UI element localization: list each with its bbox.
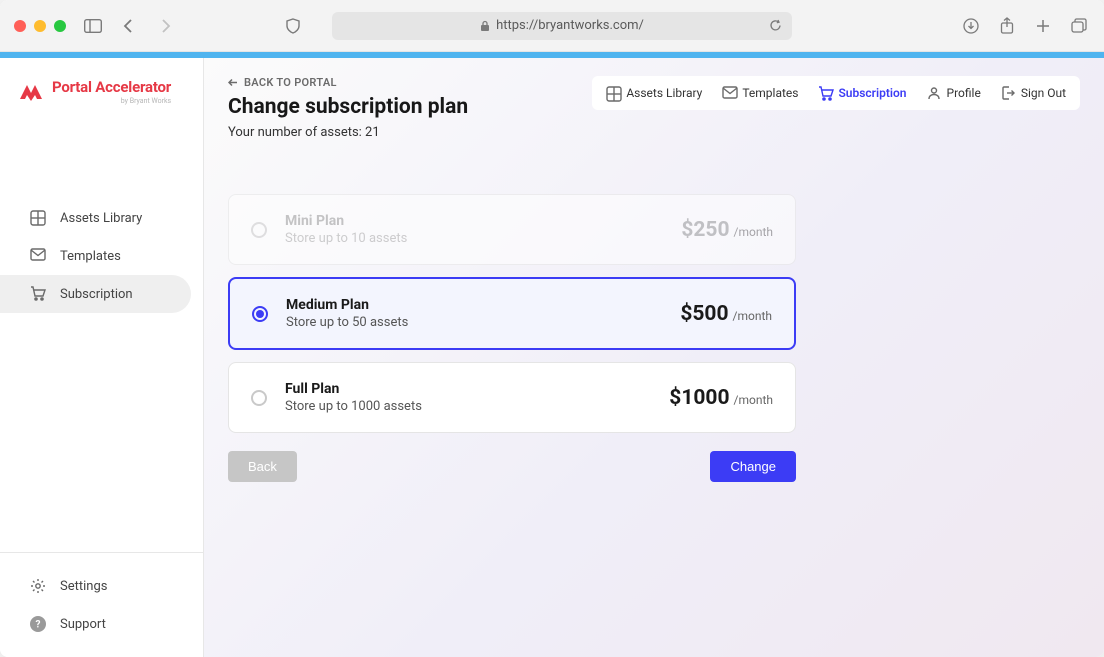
radio-icon [251,390,267,406]
plan-card-medium-plan[interactable]: Medium Plan Store up to 50 assets $500/mon… [228,277,796,350]
plan-card-full-plan[interactable]: Full Plan Store up to 1000 assets $1000/mo… [228,362,796,433]
mail-icon [30,248,46,264]
cart-icon [30,286,46,302]
nav-item-label: Assets Library [60,211,142,226]
plan-period: /month [734,225,773,239]
radio-icon [252,306,268,322]
topnav-item-label: Sign Out [1021,86,1066,100]
topnav-item-profile[interactable]: Profile [927,86,981,100]
sidebar-toggle-icon[interactable] [82,15,104,37]
url-bar[interactable]: https://bryantworks.com/ [332,12,792,40]
plan-name: Full Plan [285,381,422,397]
plan-price: $1000 [669,386,729,410]
topnav-item-templates[interactable]: Templates [722,86,798,100]
plan-card-mini-plan: Mini Plan Store up to 10 assets $250/month [228,194,796,265]
nav-forward-icon[interactable] [154,15,176,37]
window-maximize-button[interactable] [54,20,66,32]
logo-mark-icon [18,81,44,103]
download-icon[interactable] [960,15,982,37]
browser-chrome: https://bryantworks.com/ [0,0,1104,52]
topnav-item-sign-out[interactable]: Sign Out [1001,86,1066,100]
back-button[interactable]: Back [228,451,297,482]
plan-desc: Store up to 10 assets [285,231,407,246]
page-title: Change subscription plan [228,95,468,119]
main-content: BACK TO PORTAL Change subscription plan … [204,58,1104,657]
topnav-item-subscription[interactable]: Subscription [818,86,906,100]
window-minimize-button[interactable] [34,20,46,32]
topnav-item-assets-library[interactable]: Assets Library [606,86,702,100]
privacy-shield-icon[interactable] [282,15,304,37]
nav-item-label: Templates [60,249,121,264]
sidebar-item-templates[interactable]: Templates [0,237,191,275]
svg-text:?: ? [36,620,41,631]
sidebar-item-assets-library[interactable]: Assets Library [0,199,191,237]
plan-price: $250 [681,218,729,242]
topnav-item-label: Templates [742,86,798,100]
lock-icon [480,20,490,32]
mail-icon [722,86,736,100]
plan-desc: Store up to 1000 assets [285,399,422,414]
tabs-icon[interactable] [1068,15,1090,37]
nav-back-icon[interactable] [118,15,140,37]
nav-item-label: Settings [60,579,107,594]
user-icon [927,86,941,100]
sidebar-item-settings[interactable]: Settings [0,567,191,605]
new-tab-icon[interactable] [1032,15,1054,37]
cart-icon [818,86,832,100]
plan-desc: Store up to 50 assets [286,315,408,330]
topnav-item-label: Assets Library [626,86,702,100]
nav-item-label: Subscription [60,287,133,302]
gear-icon [30,578,46,594]
brand-title: Portal Accelerator [52,78,171,96]
sidebar: Portal Accelerator by Bryant Works Asset… [0,58,204,657]
topnav-item-label: Subscription [838,86,906,100]
sidebar-item-subscription[interactable]: Subscription [0,275,191,313]
window-close-button[interactable] [14,20,26,32]
url-text: https://bryantworks.com/ [496,18,644,33]
grid-icon [606,86,620,100]
signout-icon [1001,86,1015,100]
plan-period: /month [734,393,773,407]
asset-count: Your number of assets: 21 [228,125,468,140]
sidebar-item-support[interactable]: ? Support [0,605,191,643]
reload-icon[interactable] [769,19,782,32]
brand-logo[interactable]: Portal Accelerator by Bryant Works [0,58,203,119]
change-button[interactable]: Change [710,451,796,482]
plan-period: /month [733,309,772,323]
share-icon[interactable] [996,15,1018,37]
grid-icon [30,210,46,226]
topnav-item-label: Profile [947,86,981,100]
nav-item-label: Support [60,617,106,632]
top-nav: Assets Library Templates Subscription Profi… [592,76,1080,110]
brand-subtitle: by Bryant Works [52,97,171,105]
plan-name: Mini Plan [285,213,407,229]
back-to-portal-link[interactable]: BACK TO PORTAL [228,76,468,89]
traffic-lights [14,20,66,32]
plan-price: $500 [680,302,728,326]
question-icon: ? [30,616,46,632]
radio-icon [251,222,267,238]
plan-name: Medium Plan [286,297,408,313]
arrow-left-icon [228,78,238,87]
back-label: BACK TO PORTAL [244,76,337,89]
